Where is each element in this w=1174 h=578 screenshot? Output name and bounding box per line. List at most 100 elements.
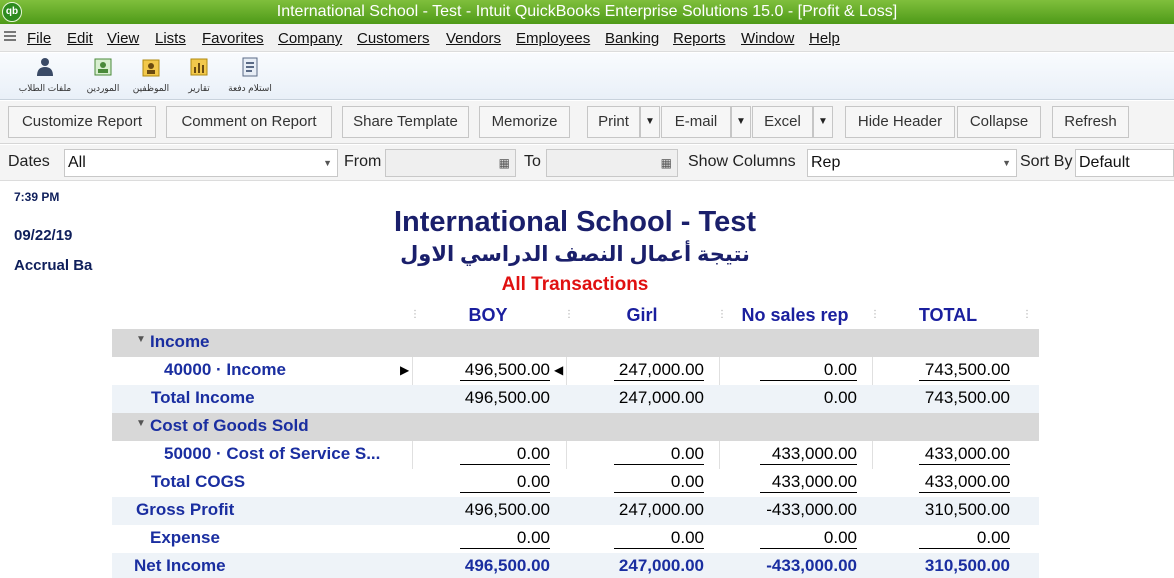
row-label: Net Income xyxy=(134,556,226,575)
value-total[interactable]: 0.00 xyxy=(919,528,1010,549)
show-columns-select[interactable]: Rep ▼ xyxy=(807,149,1017,177)
sort-by-value: Default xyxy=(1079,154,1130,171)
to-calendar-icon[interactable]: ▦ xyxy=(661,150,672,176)
column-header-no-sales-rep[interactable]: No sales rep xyxy=(719,305,871,326)
window-title: International School - Test - Intuit Qui… xyxy=(276,3,898,20)
table-row-cogs-50000[interactable]: 50000 · Cost of Service S... 0.00 0.00 4… xyxy=(112,441,1039,469)
collapse-triangle-icon[interactable]: ▼ xyxy=(136,418,146,429)
report-company-title: International School - Test xyxy=(394,206,756,238)
menu-file[interactable]: File xyxy=(27,30,51,47)
share-template-button[interactable]: Share Template xyxy=(342,106,469,138)
menu-reports[interactable]: Reports xyxy=(673,30,726,47)
to-date-field[interactable]: ▦ xyxy=(546,149,678,177)
report-transactions-label: All Transactions xyxy=(501,274,649,295)
table-row-expense[interactable]: Expense 0.00 0.00 0.00 0.00 xyxy=(112,525,1039,553)
value-girl[interactable]: 247,000.00 xyxy=(614,360,704,381)
to-label: To xyxy=(524,153,541,170)
menu-window[interactable]: Window xyxy=(741,30,794,47)
value-boy[interactable]: 496,500.00 xyxy=(460,500,550,520)
menu-banking[interactable]: Banking xyxy=(605,30,659,47)
email-button[interactable]: E-mail xyxy=(661,106,731,138)
comment-on-report-button[interactable]: Comment on Report xyxy=(166,106,332,138)
vendors-icon xyxy=(94,58,112,76)
collapse-button[interactable]: Collapse xyxy=(957,106,1041,138)
value-total[interactable]: 743,500.00 xyxy=(919,360,1010,381)
report-subtitle: نتيجة أعمال النصف الدراسي الاول xyxy=(400,243,750,266)
window-titlebar: qb International School - Test - Intuit … xyxy=(0,0,1174,24)
column-header-girl[interactable]: Girl xyxy=(566,305,718,326)
dates-select[interactable]: All ▼ xyxy=(64,149,338,177)
value-no-sales-rep[interactable]: 0.00 xyxy=(760,388,857,408)
value-girl[interactable]: 0.00 xyxy=(614,528,704,549)
value-total[interactable]: 310,500.00 xyxy=(919,500,1010,520)
menu-lists[interactable]: Lists xyxy=(155,30,186,47)
excel-button[interactable]: Excel xyxy=(752,106,813,138)
receive-payment-button[interactable]: استلام دفعة xyxy=(220,57,280,94)
value-boy[interactable]: 496,500.00 xyxy=(460,388,550,408)
value-no-sales-rep[interactable]: -433,000.00 xyxy=(760,556,857,576)
dates-caret-icon: ▼ xyxy=(323,158,332,168)
value-boy[interactable]: 0.00 xyxy=(460,444,550,465)
value-no-sales-rep[interactable]: -433,000.00 xyxy=(760,500,857,520)
menu-favorites[interactable]: Favorites xyxy=(202,30,264,47)
row-label: Total COGS xyxy=(151,472,246,491)
column-header-boy[interactable]: BOY xyxy=(412,305,564,326)
menu-employees[interactable]: Employees xyxy=(516,30,590,47)
value-no-sales-rep[interactable]: 433,000.00 xyxy=(760,444,857,465)
menu-customers[interactable]: Customers xyxy=(357,30,430,47)
system-menu-icon[interactable] xyxy=(4,31,16,41)
report-time: 7:39 PM xyxy=(14,190,60,204)
value-no-sales-rep[interactable]: 433,000.00 xyxy=(760,472,857,493)
student-files-icon xyxy=(37,58,53,76)
student-files-label: ملفات الطلاب xyxy=(18,83,72,93)
row-label: Cost of Goods Sold xyxy=(150,416,309,435)
value-total[interactable]: 310,500.00 xyxy=(919,556,1010,576)
value-girl[interactable]: 0.00 xyxy=(614,444,704,465)
excel-dropdown-icon[interactable]: ▼ xyxy=(813,106,833,138)
from-calendar-icon[interactable]: ▦ xyxy=(499,150,510,176)
student-files-button[interactable]: ملفات الطلاب xyxy=(15,57,75,94)
from-date-field[interactable]: ▦ xyxy=(385,149,516,177)
value-total[interactable]: 433,000.00 xyxy=(919,472,1010,493)
memorize-button[interactable]: Memorize xyxy=(479,106,570,138)
value-girl[interactable]: 247,000.00 xyxy=(614,500,704,520)
value-total[interactable]: 743,500.00 xyxy=(919,388,1010,408)
menu-view[interactable]: View xyxy=(107,30,139,47)
sort-by-select[interactable]: Default xyxy=(1075,149,1174,177)
receive-payment-icon xyxy=(242,57,258,77)
collapse-triangle-icon[interactable]: ▼ xyxy=(136,334,146,345)
value-boy[interactable]: 0.00 xyxy=(460,472,550,493)
column-resize-handle[interactable]: ⋮ xyxy=(1022,309,1032,320)
filter-bar: Dates All ▼ From ▦ To ▦ Show Columns Rep… xyxy=(0,145,1174,181)
print-dropdown-icon[interactable]: ▼ xyxy=(640,106,660,138)
table-row-income-40000[interactable]: 40000 · Income ▶ 496,500.00 ◀ 247,000.00… xyxy=(112,357,1039,385)
menu-help[interactable]: Help xyxy=(809,30,840,47)
table-row-income-header[interactable]: ▼ Income xyxy=(112,329,1039,357)
table-row-total-cogs[interactable]: Total COGS 0.00 0.00 433,000.00 433,000.… xyxy=(112,469,1039,497)
value-boy[interactable]: 496,500.00 xyxy=(460,556,550,576)
refresh-button[interactable]: Refresh xyxy=(1052,106,1129,138)
column-header-total[interactable]: TOTAL xyxy=(872,305,1024,326)
menu-edit[interactable]: Edit xyxy=(67,30,93,47)
value-girl[interactable]: 247,000.00 xyxy=(614,556,704,576)
value-girl[interactable]: 247,000.00 xyxy=(614,388,704,408)
hide-header-button[interactable]: Hide Header xyxy=(845,106,955,138)
from-label: From xyxy=(344,153,382,170)
show-columns-value: Rep xyxy=(811,154,841,171)
value-no-sales-rep[interactable]: 0.00 xyxy=(760,528,857,549)
table-row-gross-profit[interactable]: Gross Profit 496,500.00 247,000.00 -433,… xyxy=(112,497,1039,525)
value-girl[interactable]: 0.00 xyxy=(614,472,704,493)
row-label: Gross Profit xyxy=(136,500,235,519)
table-row-net-income[interactable]: Net Income 496,500.00 247,000.00 -433,00… xyxy=(112,553,1039,578)
email-dropdown-icon[interactable]: ▼ xyxy=(731,106,751,138)
value-boy[interactable]: 0.00 xyxy=(460,528,550,549)
table-row-cogs-header[interactable]: ▼ Cost of Goods Sold xyxy=(112,413,1039,441)
table-row-total-income[interactable]: Total Income 496,500.00 247,000.00 0.00 … xyxy=(112,385,1039,413)
customize-report-button[interactable]: Customize Report xyxy=(8,106,156,138)
value-total[interactable]: 433,000.00 xyxy=(919,444,1010,465)
value-boy[interactable]: 496,500.00 xyxy=(460,360,550,381)
menu-company[interactable]: Company xyxy=(278,30,342,47)
menu-vendors[interactable]: Vendors xyxy=(446,30,501,47)
print-button[interactable]: Print xyxy=(587,106,640,138)
value-no-sales-rep[interactable]: 0.00 xyxy=(760,360,857,381)
